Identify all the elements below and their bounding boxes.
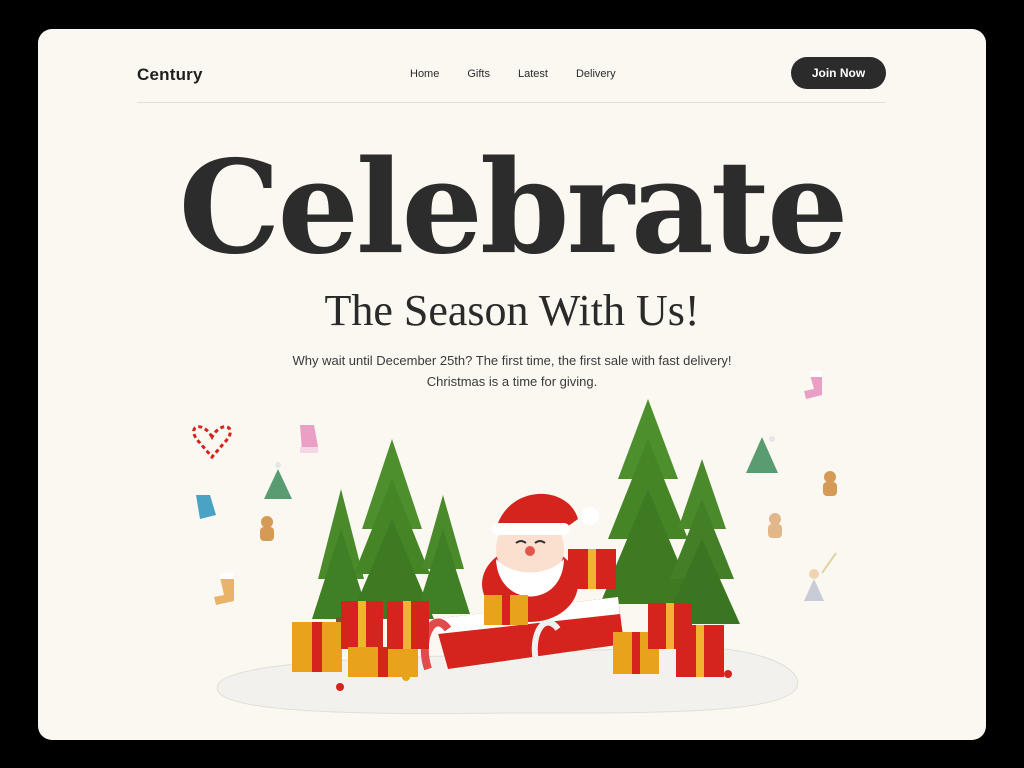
gift-box-1 xyxy=(292,622,342,672)
gingerbread-icon-right-2 xyxy=(768,513,782,538)
mini-tree-icon-left xyxy=(264,462,292,499)
tree-right-mid xyxy=(664,459,740,624)
stocking-icon-left xyxy=(214,573,234,605)
gift-box-5 xyxy=(568,549,616,589)
angel-icon xyxy=(804,552,837,601)
tree-left-large xyxy=(350,439,434,619)
gift-box-3 xyxy=(348,647,418,677)
page-frame: Century Home Gifts Latest Delivery Join … xyxy=(38,29,986,740)
candy-cane-heart-icon xyxy=(192,425,232,460)
gift-box-2 xyxy=(341,601,383,649)
christmas-illustration xyxy=(192,371,837,715)
gift-box-8 xyxy=(676,625,724,677)
gingerbread-icon-right-1 xyxy=(823,471,837,496)
mitten-pink-icon xyxy=(300,425,318,453)
tree-left-mid xyxy=(416,495,470,614)
mitten-blue-icon xyxy=(196,495,216,519)
gift-box-9 xyxy=(484,595,528,625)
mini-tree-icon-right xyxy=(746,436,778,473)
gift-box-4 xyxy=(387,601,429,649)
gingerbread-icon-left xyxy=(260,516,274,541)
stocking-icon-right xyxy=(804,371,822,399)
